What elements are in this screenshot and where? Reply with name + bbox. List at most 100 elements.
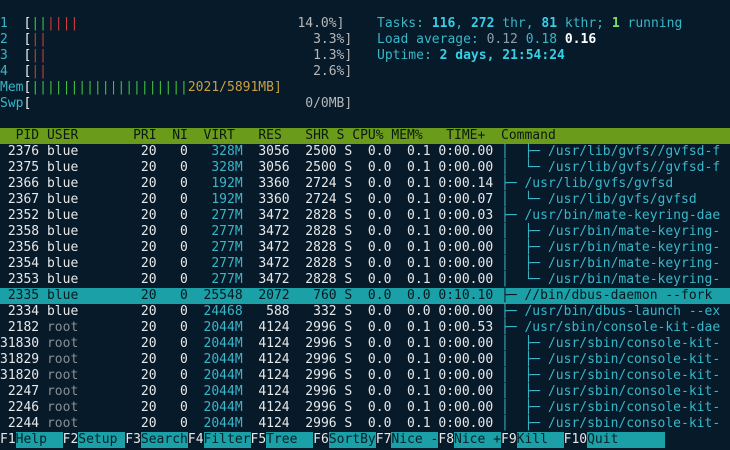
process-nice: 0 bbox=[156, 368, 188, 383]
col-cpu[interactable]: CPU% bbox=[344, 128, 383, 143]
process-time: 0:00.00 bbox=[430, 144, 494, 159]
process-state: S bbox=[336, 208, 353, 223]
fkey-label[interactable]: Nice + bbox=[454, 432, 501, 448]
fkey-label[interactable]: Tree bbox=[266, 432, 314, 448]
process-virt: 328M bbox=[187, 144, 243, 159]
process-row[interactable]: 2376 blue 20 0 328M 3056 2500 S 0.0 0.1 … bbox=[0, 144, 730, 160]
fkey-label[interactable]: Search bbox=[140, 432, 188, 448]
process-row[interactable]: 31829 root 20 0 2044M 4124 2996 S 0.0 0.… bbox=[0, 352, 730, 368]
col-shr[interactable]: SHR bbox=[282, 128, 329, 143]
process-mem: 0.1 bbox=[391, 192, 431, 207]
process-row[interactable]: 2353 blue 20 0 277M 3472 2828 S 0.0 0.1 … bbox=[0, 272, 730, 288]
process-row[interactable]: 2182 root 20 0 2044M 4124 2996 S 0.0 0.1… bbox=[0, 320, 730, 336]
process-cpu: 0.0 bbox=[352, 208, 392, 223]
process-res: 4124 bbox=[242, 384, 290, 399]
col-mem[interactable]: MEM% bbox=[384, 128, 422, 143]
process-virt: 277M bbox=[187, 208, 243, 223]
process-priority: 20 bbox=[86, 352, 157, 367]
process-priority: 20 bbox=[86, 160, 157, 175]
process-state: S bbox=[336, 272, 353, 287]
process-row[interactable]: 2244 root 20 0 2044M 4124 2996 S 0.0 0.1… bbox=[0, 416, 730, 432]
process-row[interactable]: 31830 root 20 0 2044M 4124 2996 S 0.0 0.… bbox=[0, 336, 730, 352]
process-row[interactable]: 2367 blue 20 0 192M 3360 2724 S 0.0 0.1 … bbox=[0, 192, 730, 208]
fkey-label[interactable]: Quit bbox=[587, 432, 666, 448]
process-shr: 2828 bbox=[289, 208, 337, 223]
fkey-f9[interactable]: F9 bbox=[501, 432, 517, 448]
process-row[interactable]: 31820 root 20 0 2044M 4124 2996 S 0.0 0.… bbox=[0, 368, 730, 384]
process-row[interactable]: 2354 blue 20 0 277M 3472 2828 S 0.0 0.1 … bbox=[0, 256, 730, 272]
fkey-label[interactable]: Nice - bbox=[391, 432, 439, 448]
process-time: 0:00.00 bbox=[430, 368, 494, 383]
process-pid: 31829 bbox=[0, 352, 40, 367]
process-row[interactable]: 2334 blue 20 0 24468 588 332 S 0.0 0.0 0… bbox=[0, 304, 730, 320]
col-pri[interactable]: PRI bbox=[78, 128, 157, 143]
col-user[interactable]: USER bbox=[39, 128, 78, 143]
mem-bar: |||||||||||||||||||| bbox=[31, 80, 188, 95]
process-cpu: 0.0 bbox=[352, 304, 392, 319]
process-shr: 2828 bbox=[289, 272, 337, 287]
process-nice: 0 bbox=[156, 384, 188, 399]
col-command[interactable]: Command bbox=[485, 128, 556, 143]
process-mem: 0.1 bbox=[391, 160, 431, 175]
process-priority: 20 bbox=[86, 224, 157, 239]
fkey-f1[interactable]: F1 bbox=[0, 432, 16, 448]
process-nice: 0 bbox=[156, 208, 188, 223]
process-time: 0:00.00 bbox=[430, 304, 494, 319]
fkey-label[interactable]: Help bbox=[15, 432, 63, 448]
process-pid: 31820 bbox=[0, 368, 40, 383]
process-command: ├─ /usr/bin/mate-keyring-dae bbox=[501, 208, 721, 223]
process-mem: 0.1 bbox=[391, 384, 431, 399]
cpu-value: 2.6%] bbox=[313, 64, 353, 79]
swap-meter: Swp[ 0/0MB] bbox=[0, 96, 353, 111]
fkey-f7[interactable]: F7 bbox=[376, 432, 392, 448]
process-pid: 2334 bbox=[0, 304, 40, 319]
col-virt[interactable]: VIRT bbox=[188, 128, 235, 143]
cpu-value: 14.0%] bbox=[297, 16, 345, 31]
process-row[interactable]: 2358 blue 20 0 277M 3472 2828 S 0.0 0.1 … bbox=[0, 224, 730, 240]
fkey-f2[interactable]: F2 bbox=[63, 432, 79, 448]
fkey-label[interactable]: SortBy bbox=[328, 432, 376, 448]
fkey-f6[interactable]: F6 bbox=[313, 432, 329, 448]
process-virt: 277M bbox=[187, 256, 243, 271]
fkey-f10[interactable]: F10 bbox=[564, 432, 587, 448]
process-state: S bbox=[336, 224, 353, 239]
process-res: 3056 bbox=[242, 144, 290, 159]
process-priority: 20 bbox=[86, 208, 157, 223]
col-state[interactable]: S bbox=[329, 128, 345, 143]
process-row[interactable]: 2247 root 20 0 2044M 4124 2996 S 0.0 0.1… bbox=[0, 384, 730, 400]
process-state: S bbox=[336, 144, 353, 159]
process-row[interactable]: 2356 blue 20 0 277M 3472 2828 S 0.0 0.1 … bbox=[0, 240, 730, 256]
fkey-f4[interactable]: F4 bbox=[188, 432, 204, 448]
process-row[interactable]: 2352 blue 20 0 277M 3472 2828 S 0.0 0.1 … bbox=[0, 208, 730, 224]
process-table-header[interactable]: PID USER PRI NI VIRT RES SHR S CPU% MEM%… bbox=[0, 128, 730, 144]
process-state: S bbox=[336, 288, 353, 303]
process-row[interactable]: 2335 blue 20 0 25548 2072 760 S 0.0 0.0 … bbox=[0, 288, 730, 304]
process-row[interactable]: 2375 blue 20 0 328M 3056 2500 S 0.0 0.1 … bbox=[0, 160, 730, 176]
col-ni[interactable]: NI bbox=[157, 128, 188, 143]
col-time[interactable]: TIME+ bbox=[423, 128, 485, 143]
process-pid: 2358 bbox=[0, 224, 40, 239]
fkey-label[interactable]: Setup bbox=[78, 432, 126, 448]
process-priority: 20 bbox=[86, 288, 157, 303]
fkey-f3[interactable]: F3 bbox=[125, 432, 141, 448]
col-res[interactable]: RES bbox=[235, 128, 282, 143]
cpu-bar-kernel: |||| bbox=[46, 16, 79, 31]
swap-value: 0/0MB] bbox=[305, 96, 353, 111]
process-shr: 2500 bbox=[289, 160, 337, 175]
fkey-f5[interactable]: F5 bbox=[251, 432, 267, 448]
process-shr: 332 bbox=[289, 304, 337, 319]
process-cpu: 0.0 bbox=[352, 368, 392, 383]
process-nice: 0 bbox=[156, 288, 188, 303]
fkey-label[interactable]: Filter bbox=[203, 432, 251, 448]
process-state: S bbox=[336, 192, 353, 207]
col-pid[interactable]: PID bbox=[0, 128, 40, 143]
fkey-f8[interactable]: F8 bbox=[438, 432, 454, 448]
process-res: 3472 bbox=[242, 208, 290, 223]
process-shr: 2996 bbox=[289, 384, 337, 399]
process-state: S bbox=[336, 240, 353, 255]
fkey-label[interactable]: Kill bbox=[516, 432, 564, 448]
process-row[interactable]: 2246 root 20 0 2044M 4124 2996 S 0.0 0.1… bbox=[0, 400, 730, 416]
process-command: │ ├─ /usr/bin/mate-keyring- bbox=[501, 240, 721, 255]
process-row[interactable]: 2366 blue 20 0 192M 3360 2724 S 0.0 0.1 … bbox=[0, 176, 730, 192]
process-state: S bbox=[336, 416, 353, 431]
